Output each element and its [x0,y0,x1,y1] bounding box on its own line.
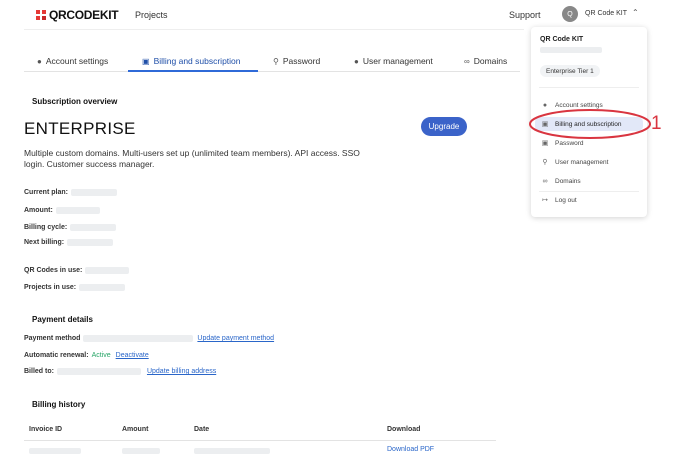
annotation-number: 1 [651,113,662,134]
annotation-highlight-ellipse [529,109,651,139]
